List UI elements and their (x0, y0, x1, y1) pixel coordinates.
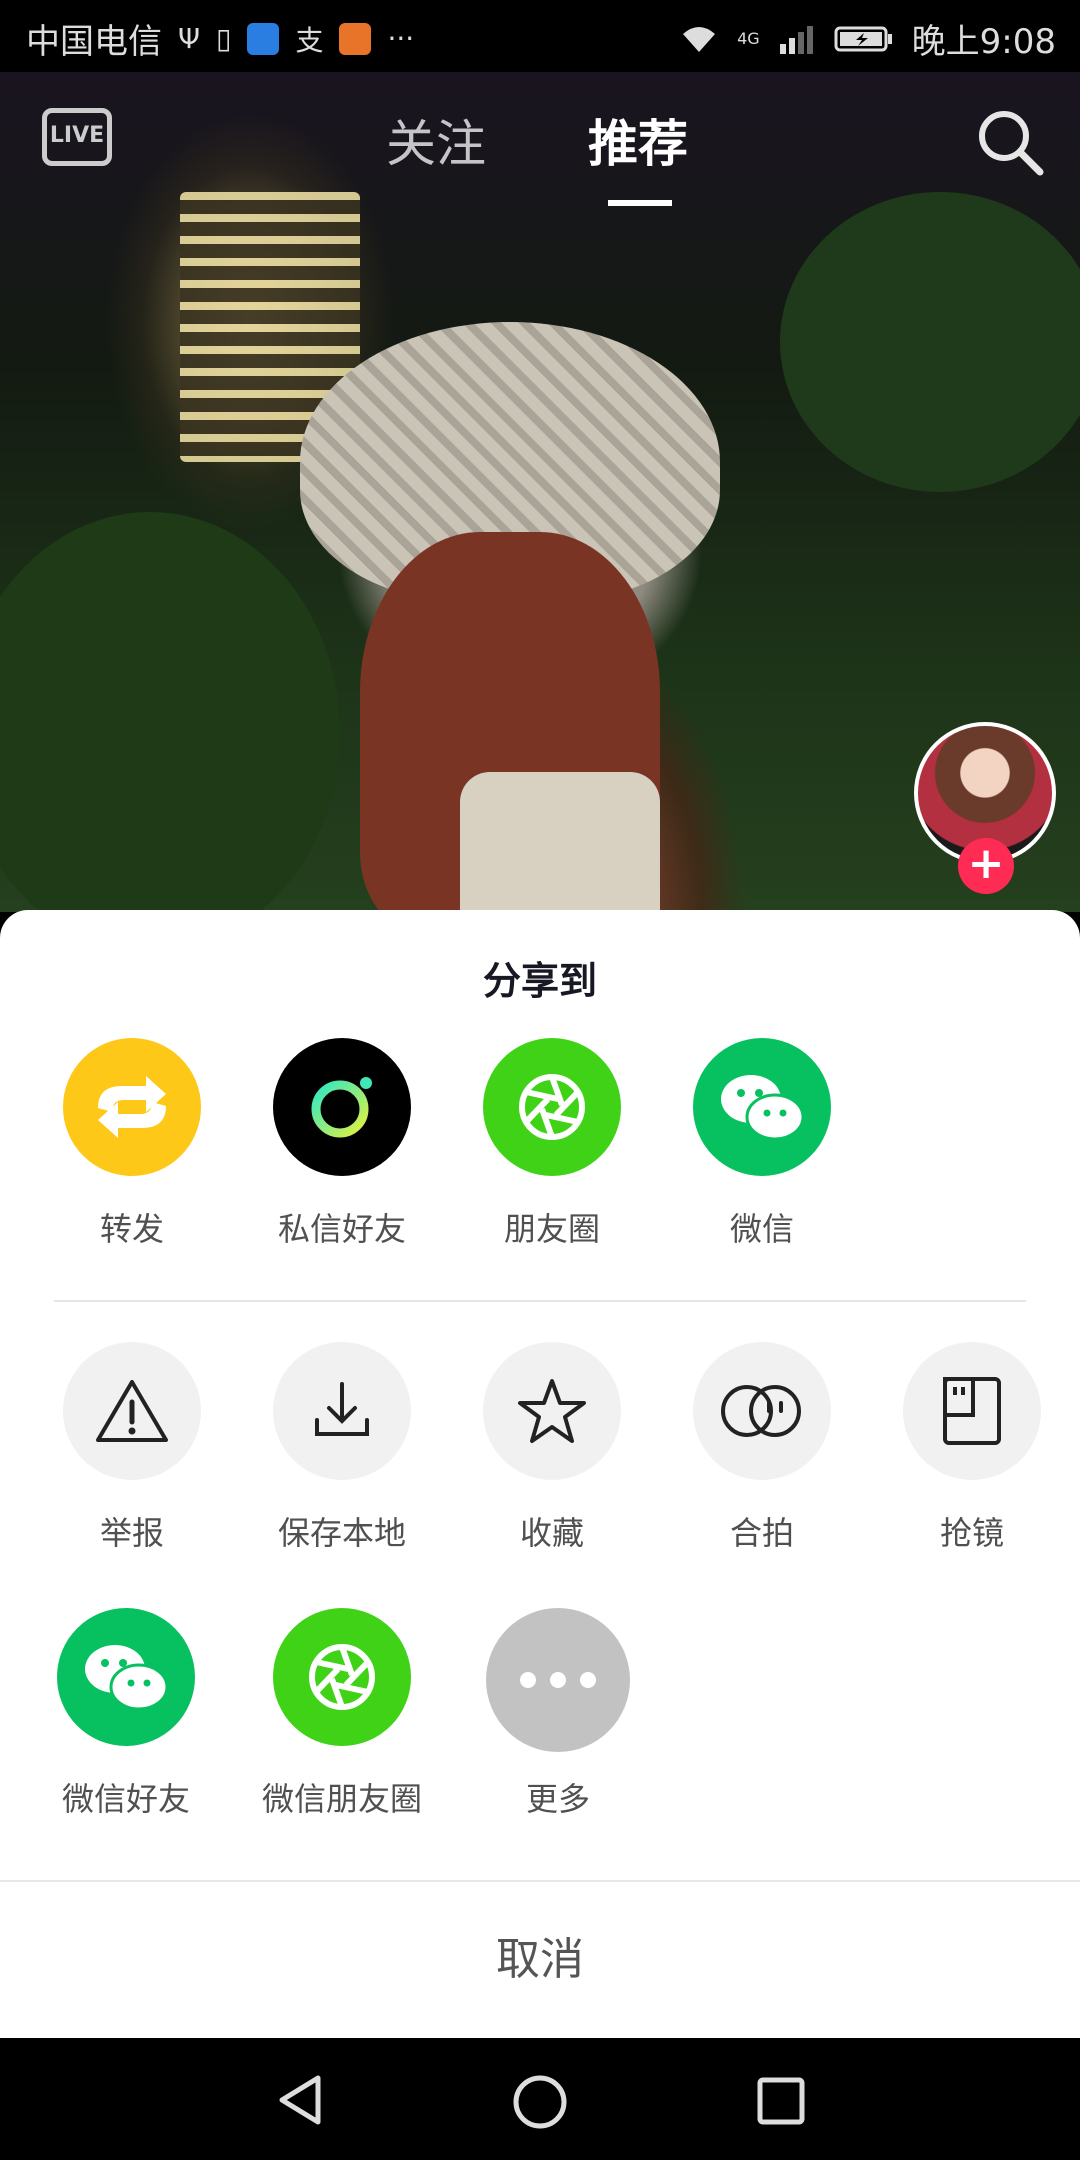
report-button[interactable]: 举报 (32, 1342, 232, 1554)
share-wechat-label: 微信 (729, 1210, 794, 1248)
video-scene-trees (780, 192, 1080, 492)
share-repost-label: 转发 (99, 1210, 164, 1248)
warning-icon (63, 1342, 201, 1480)
carrier-label: 中国电信 (26, 22, 162, 62)
share-moments-label: 朋友圈 (503, 1210, 600, 1248)
wechat-icon (57, 1608, 195, 1746)
moments-icon (273, 1608, 411, 1746)
home-icon[interactable] (512, 2074, 568, 2130)
share-message-friend-label: 私信好友 (277, 1210, 406, 1248)
more-dots-icon: ··· (387, 22, 415, 55)
network-type-label: 4G (737, 29, 760, 48)
heart-app-icon-orange (339, 22, 372, 55)
live-icon[interactable]: LIVE (42, 108, 112, 166)
active-tab-indicator (608, 200, 672, 206)
favorite-label: 收藏 (519, 1514, 584, 1552)
wifi-icon (683, 26, 716, 52)
duet-label: 合拍 (729, 1514, 794, 1552)
favorite-button[interactable]: 收藏 (452, 1342, 652, 1554)
share-wechat-friend-label: 微信好友 (61, 1780, 190, 1818)
video-scene-shirt (460, 772, 660, 912)
status-bar: 中国电信 Ψ ▯ 支 ··· 4G 晚上9:08 (0, 0, 1080, 72)
save-local-label: 保存本地 (277, 1514, 406, 1552)
video-scene-grass (0, 512, 340, 912)
clock-label: 晚上9:08 (911, 22, 1056, 62)
share-repost-button[interactable]: 转发 (32, 1038, 232, 1250)
share-wechat-moments-label: 微信朋友圈 (261, 1780, 422, 1818)
share-message-friend-button[interactable]: 私信好友 (242, 1038, 442, 1250)
message-friend-icon (273, 1038, 411, 1176)
star-icon (483, 1342, 621, 1480)
heart-app-icon (247, 22, 280, 55)
moments-icon (483, 1038, 621, 1176)
share-more-button[interactable]: 更多 (458, 1608, 658, 1820)
usb-icon: Ψ (178, 22, 201, 55)
live-label: LIVE (49, 123, 105, 148)
signal-icon (779, 25, 813, 54)
report-label: 举报 (99, 1514, 164, 1552)
sim-icon: ▯ (216, 22, 232, 55)
share-sheet: 分享到 转发 私信好友 朋友圈 微信 举报 保存本地 收藏 合拍 抢镜 微信好友… (0, 910, 1080, 2038)
share-more-label: 更多 (525, 1780, 590, 1818)
share-wechat-friend-button[interactable]: 微信好友 (26, 1608, 226, 1820)
download-icon (273, 1342, 411, 1480)
wechat-icon (693, 1038, 831, 1176)
duet-button[interactable]: 合拍 (662, 1342, 862, 1554)
share-moments-button[interactable]: 朋友圈 (452, 1038, 652, 1250)
share-sheet-title: 分享到 (482, 959, 597, 1003)
save-local-button[interactable]: 保存本地 (242, 1342, 442, 1554)
battery-icon (834, 26, 892, 51)
zhi-app-icon: 支 (295, 23, 324, 57)
share-sheet-divider (54, 1300, 1026, 1302)
back-icon[interactable] (274, 2074, 326, 2126)
tab-recommend[interactable]: 推荐 (588, 104, 688, 176)
reaction-label: 抢镜 (939, 1514, 1004, 1552)
reaction-button[interactable]: 抢镜 (872, 1342, 1072, 1554)
more-icon (486, 1608, 630, 1752)
cancel-button[interactable]: 取消 (0, 1882, 1080, 2038)
reaction-icon (903, 1342, 1041, 1480)
recents-icon[interactable] (756, 2076, 806, 2126)
share-wechat-moments-button[interactable]: 微信朋友圈 (242, 1608, 442, 1820)
duet-icon (693, 1342, 831, 1480)
system-navigation-bar (0, 2038, 1080, 2160)
follow-plus-button[interactable]: + (958, 838, 1014, 894)
repost-icon (63, 1038, 201, 1176)
share-wechat-button[interactable]: 微信 (662, 1038, 862, 1250)
tab-follow[interactable]: 关注 (386, 104, 486, 176)
search-icon[interactable] (976, 108, 1046, 178)
top-navigation: LIVE 关注 推荐 (0, 72, 1080, 212)
